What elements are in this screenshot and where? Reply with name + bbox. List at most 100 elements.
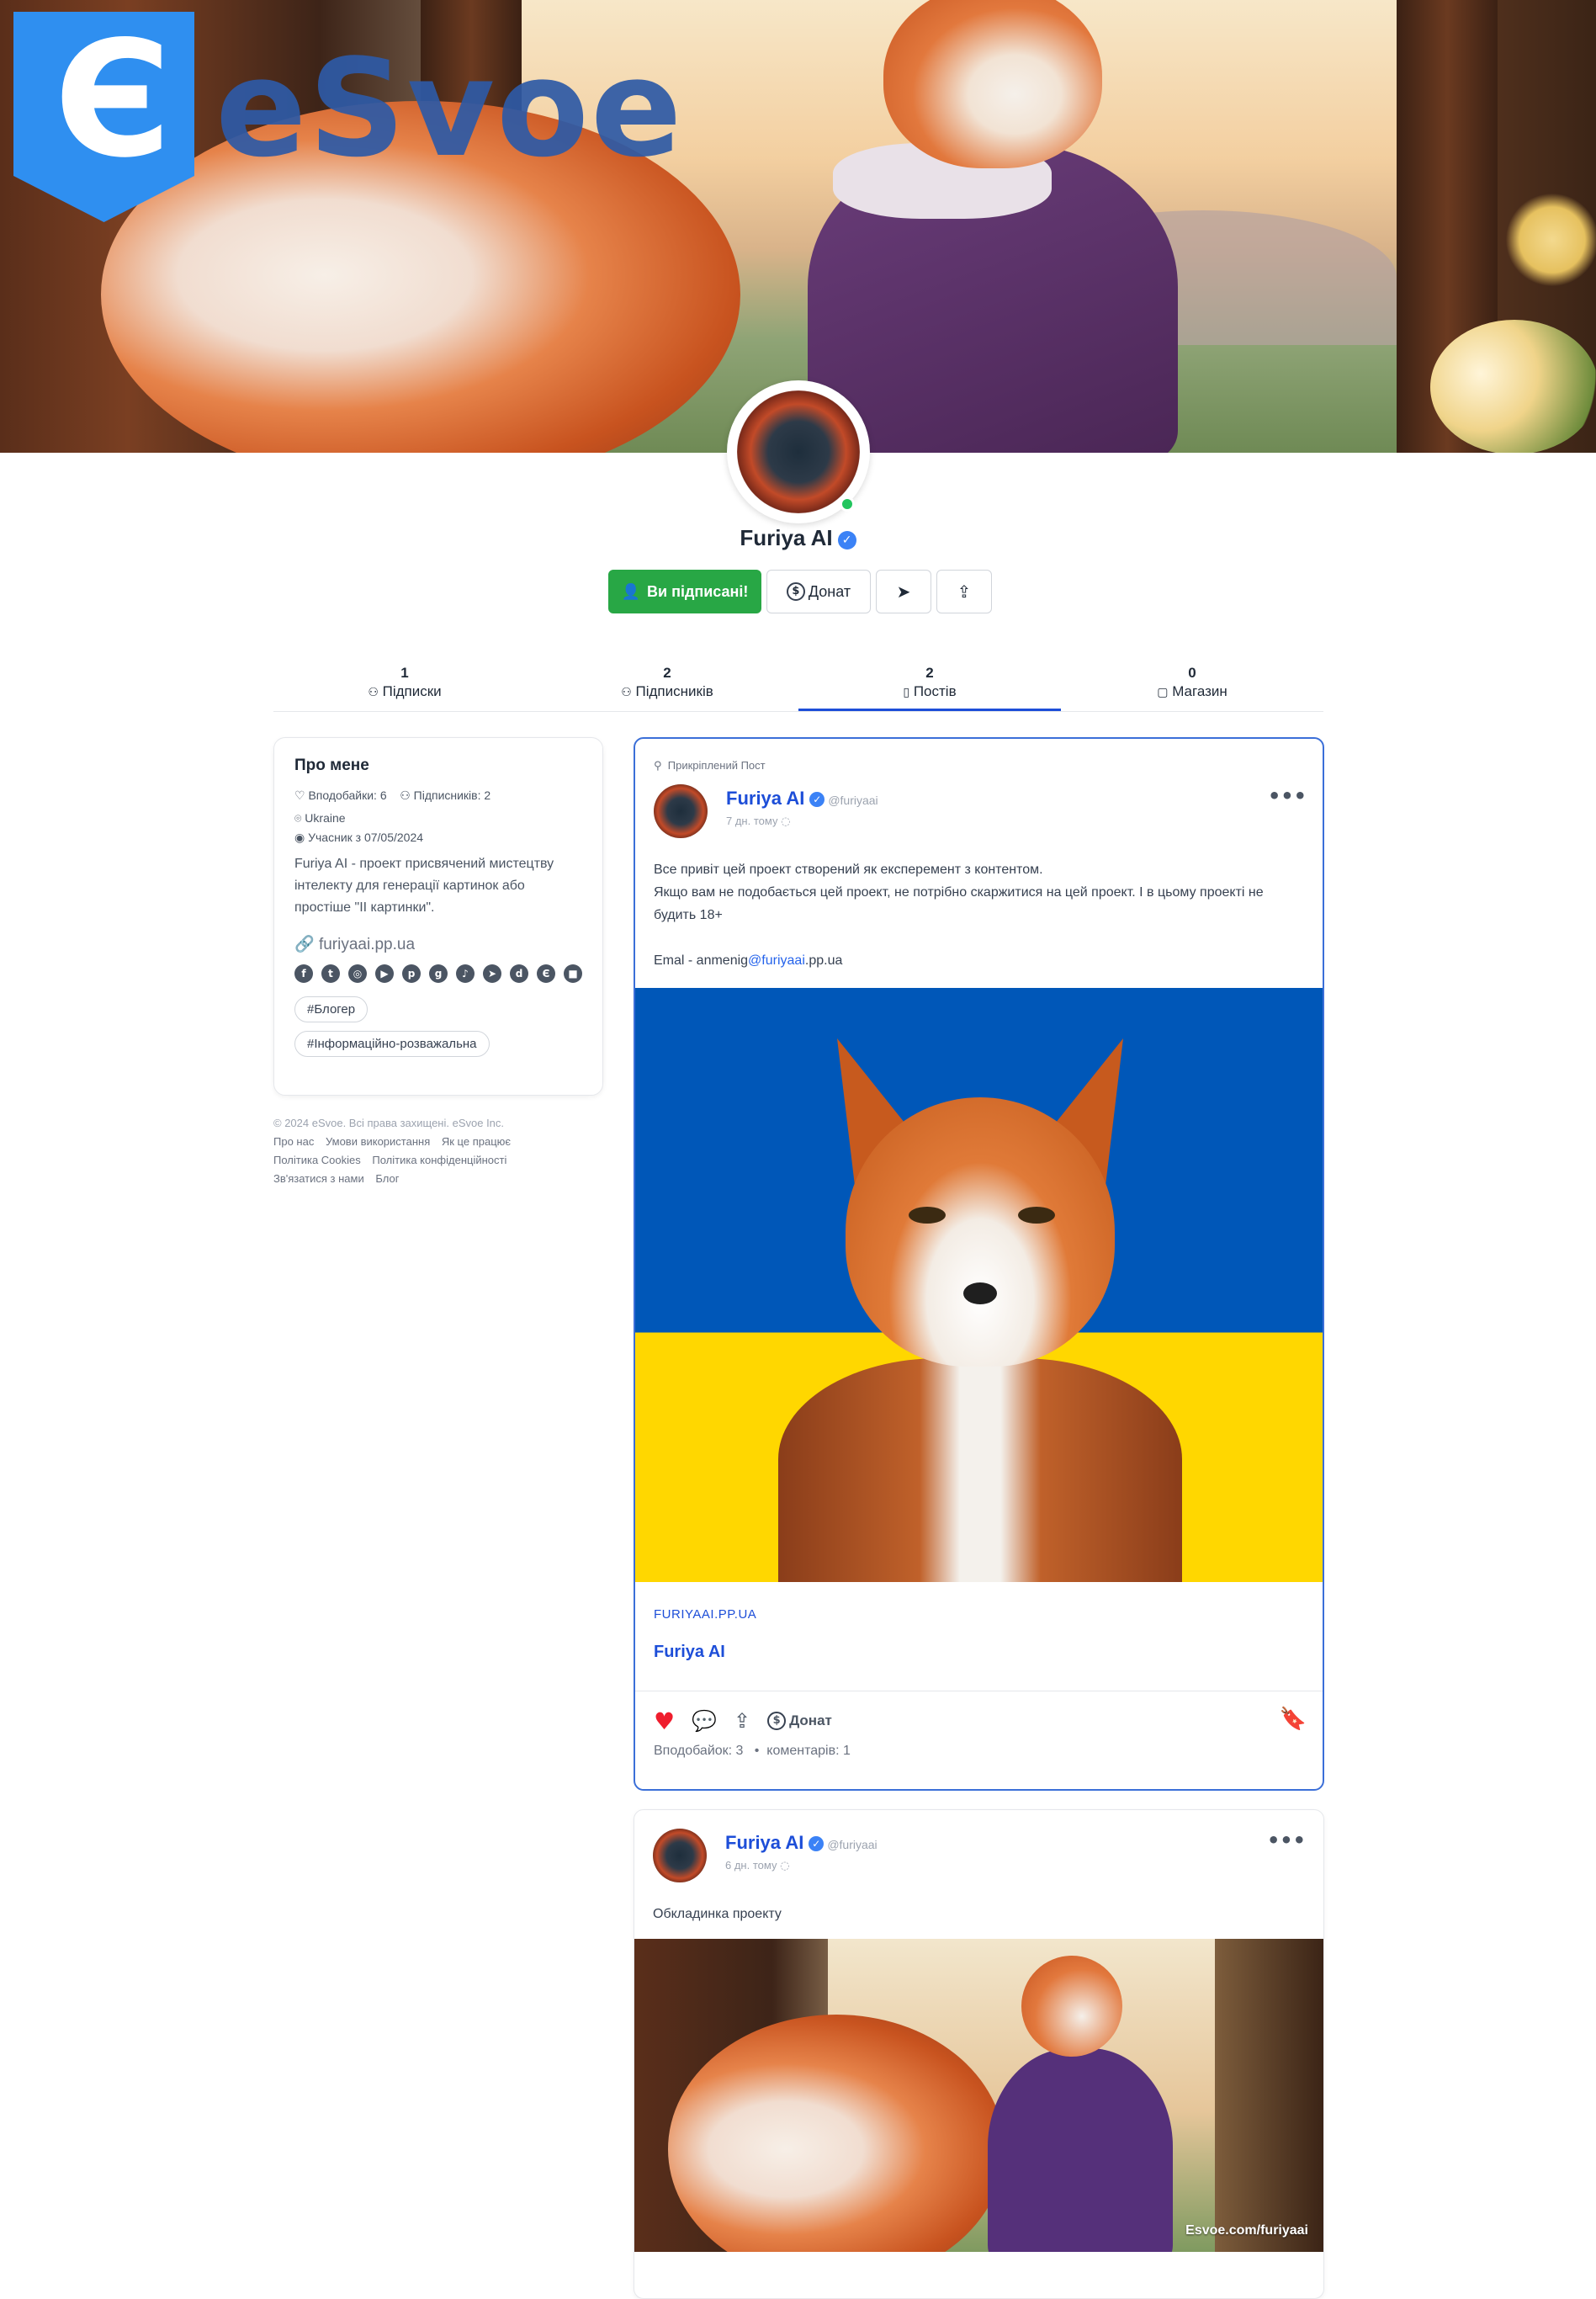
footer-link[interactable]: Як це працює bbox=[442, 1135, 511, 1148]
footer-link[interactable]: Зв'язатися з нами bbox=[273, 1172, 364, 1185]
shopping-bag-icon: ▢ bbox=[1157, 686, 1169, 699]
social-links: f t ◎ ▶ p g ♪ ➤ d Є ■ bbox=[294, 964, 582, 983]
tab-label: Постів bbox=[913, 683, 957, 699]
post-header: Furiya AI ✓ @furiyaai 7 дн. тому ◌ ••• bbox=[654, 784, 1307, 843]
member-since-text: Учасник з 07/05/2024 bbox=[308, 831, 424, 844]
instagram-icon[interactable]: ◎ bbox=[348, 964, 367, 983]
copyright-text: © 2024 eSvoe. Всі права захищені. eSvoe … bbox=[273, 1117, 505, 1129]
pinned-label: Прикріплений Пост bbox=[667, 759, 766, 772]
verified-badge-icon: ✓ bbox=[809, 792, 825, 807]
footer-link[interactable]: Політика Cookies bbox=[273, 1154, 361, 1166]
tab-subscriptions[interactable]: 1 ⚇ Підписки bbox=[273, 663, 536, 711]
facebook-icon[interactable]: f bbox=[294, 964, 313, 983]
users-icon: ⚇ bbox=[400, 789, 411, 803]
about-website-link[interactable]: 🔗 furiyaai.pp.ua bbox=[294, 934, 582, 954]
video-icon[interactable]: ■ bbox=[564, 964, 582, 983]
share-button[interactable]: ⇪ bbox=[936, 570, 992, 613]
send-message-button[interactable]: ➤ bbox=[876, 570, 931, 613]
comment-icon[interactable]: 💬 bbox=[692, 1709, 717, 1733]
footer-link[interactable]: Політика конфіденційності bbox=[372, 1154, 506, 1166]
website-text: furiyaai.pp.ua bbox=[318, 936, 416, 953]
about-title: Про мене bbox=[294, 757, 369, 774]
post-timestamp: 7 дн. тому ◌ bbox=[726, 815, 790, 828]
likes-count[interactable]: Вподобайок: 3 bbox=[654, 1744, 743, 1758]
link-icon: 🔗 bbox=[294, 935, 315, 953]
footer-link[interactable]: Блог bbox=[375, 1172, 399, 1185]
post-author-avatar[interactable] bbox=[654, 784, 708, 838]
globe-icon: ◌ bbox=[780, 1860, 790, 1872]
tab-shop[interactable]: 0 ▢ Магазин bbox=[1061, 663, 1323, 711]
timestamp-text: 7 дн. тому bbox=[726, 815, 778, 827]
more-options-icon[interactable]: ••• bbox=[1267, 1829, 1306, 1852]
tab-count: 2 bbox=[663, 665, 671, 681]
user-check-icon: 👤 bbox=[621, 582, 640, 601]
fox-eye bbox=[1018, 1207, 1055, 1224]
tab-posts[interactable]: 2 ▯ Постів bbox=[798, 663, 1061, 711]
author-handle: @furiyaai bbox=[827, 1838, 878, 1851]
discord-icon[interactable]: d bbox=[510, 964, 528, 983]
tag-chip[interactable]: #Інформаційно-розважальна bbox=[294, 1031, 490, 1057]
footer-link[interactable]: Про нас bbox=[273, 1135, 314, 1148]
link-preview-domain: FURIYAAI.PP.UA bbox=[654, 1607, 757, 1622]
post-donate-label: Донат bbox=[789, 1712, 832, 1728]
footer-link[interactable]: Умови використання bbox=[326, 1135, 430, 1148]
footer-links: Зв'язатися з нами Блог bbox=[273, 1170, 610, 1188]
esvoe-icon[interactable]: Є bbox=[537, 964, 555, 983]
fox-jacket bbox=[778, 1358, 1182, 1582]
subscribed-label: Ви підписані! bbox=[647, 582, 749, 600]
profile-name: Furiya AI bbox=[740, 525, 833, 550]
tiktok-icon[interactable]: ♪ bbox=[456, 964, 475, 983]
post-stats: Вподобайок: 3 • коментарів: 1 bbox=[654, 1744, 851, 1758]
about-location: ⌾ Ukraine bbox=[294, 811, 582, 826]
link-preview-card[interactable]: FURIYAAI.PP.UA Furiya AI bbox=[635, 1582, 1323, 1691]
tag-chip[interactable]: #Блогер bbox=[294, 996, 369, 1022]
followers-count: Підписників: 2 bbox=[413, 788, 491, 802]
user-circle-icon: ◉ bbox=[294, 831, 305, 845]
user-check-icon: ⚇ bbox=[368, 686, 379, 699]
esvoe-logo[interactable]: Є eSvoe bbox=[13, 12, 687, 222]
pin-icon: ⚲ bbox=[654, 760, 662, 773]
post-text: Все привіт цей проект створений як експе… bbox=[654, 858, 1307, 972]
youtube-icon[interactable]: ▶ bbox=[375, 964, 394, 983]
verified-badge-icon: ✓ bbox=[809, 1836, 825, 1851]
tab-count: 0 bbox=[1188, 665, 1196, 681]
post-author-avatar[interactable] bbox=[653, 1829, 707, 1882]
donate-button[interactable]: $ Донат bbox=[766, 570, 871, 613]
coin-icon: $ bbox=[786, 582, 805, 601]
about-card: Про мене ♡ Вподобайки: 6 ⚇ Підписників: … bbox=[273, 737, 603, 1096]
more-options-icon[interactable]: ••• bbox=[1268, 784, 1307, 808]
tab-followers[interactable]: 2 ⚇ Підписників bbox=[536, 663, 798, 711]
send-icon: ➤ bbox=[896, 581, 911, 602]
comments-count[interactable]: коментарів: 1 bbox=[766, 1744, 851, 1758]
cover-fox-head bbox=[883, 0, 1102, 168]
tab-count: 2 bbox=[925, 665, 934, 681]
post-header: Furiya AI ✓ @furiyaai 6 дн. тому ◌ ••• bbox=[653, 1829, 1306, 1888]
post-donate-button[interactable]: $ Донат bbox=[767, 1712, 832, 1730]
post-text: Обкладинка проекту bbox=[653, 1907, 782, 1921]
subscribed-button[interactable]: 👤 Ви підписані! bbox=[608, 570, 761, 613]
logo-wordmark: eSvoe bbox=[215, 29, 684, 187]
email-suffix: .pp.ua bbox=[804, 953, 843, 968]
coin-icon: $ bbox=[767, 1712, 787, 1730]
post-card: Furiya AI ✓ @furiyaai 6 дн. тому ◌ ••• Обк… bbox=[634, 1809, 1324, 2299]
github-icon[interactable]: g bbox=[429, 964, 448, 983]
post-author-name[interactable]: Furiya AI ✓ @furiyaai bbox=[725, 1832, 878, 1854]
author-name-text: Furiya AI bbox=[725, 1832, 804, 1853]
email-mention-link[interactable]: @furiyaai bbox=[748, 953, 805, 968]
twitter-icon[interactable]: t bbox=[321, 964, 340, 983]
telegram-icon[interactable]: ➤ bbox=[483, 964, 501, 983]
bookmark-icon[interactable]: 🔖 bbox=[1280, 1707, 1307, 1732]
fox-nose bbox=[963, 1282, 997, 1304]
profile-avatar[interactable] bbox=[727, 380, 870, 523]
pinterest-icon[interactable]: p bbox=[402, 964, 421, 983]
link-preview-title: Furiya AI bbox=[654, 1643, 725, 1661]
globe-icon: ◌ bbox=[781, 815, 791, 828]
post-image-cover[interactable]: Esvoe.com/furiyaai bbox=[634, 1939, 1323, 2252]
post-author-name[interactable]: Furiya AI ✓ @furiyaai bbox=[726, 788, 878, 810]
share-icon[interactable]: ⇪ bbox=[734, 1709, 750, 1733]
post-image-fox-flag[interactable] bbox=[635, 988, 1323, 1582]
like-heart-icon[interactable]: ♥ bbox=[654, 1707, 675, 1735]
post-text-line: Якщо вам не подобається цей проект, не п… bbox=[654, 885, 1264, 922]
tab-label: Підписки bbox=[382, 683, 442, 699]
users-icon: ⚇ bbox=[621, 686, 632, 699]
